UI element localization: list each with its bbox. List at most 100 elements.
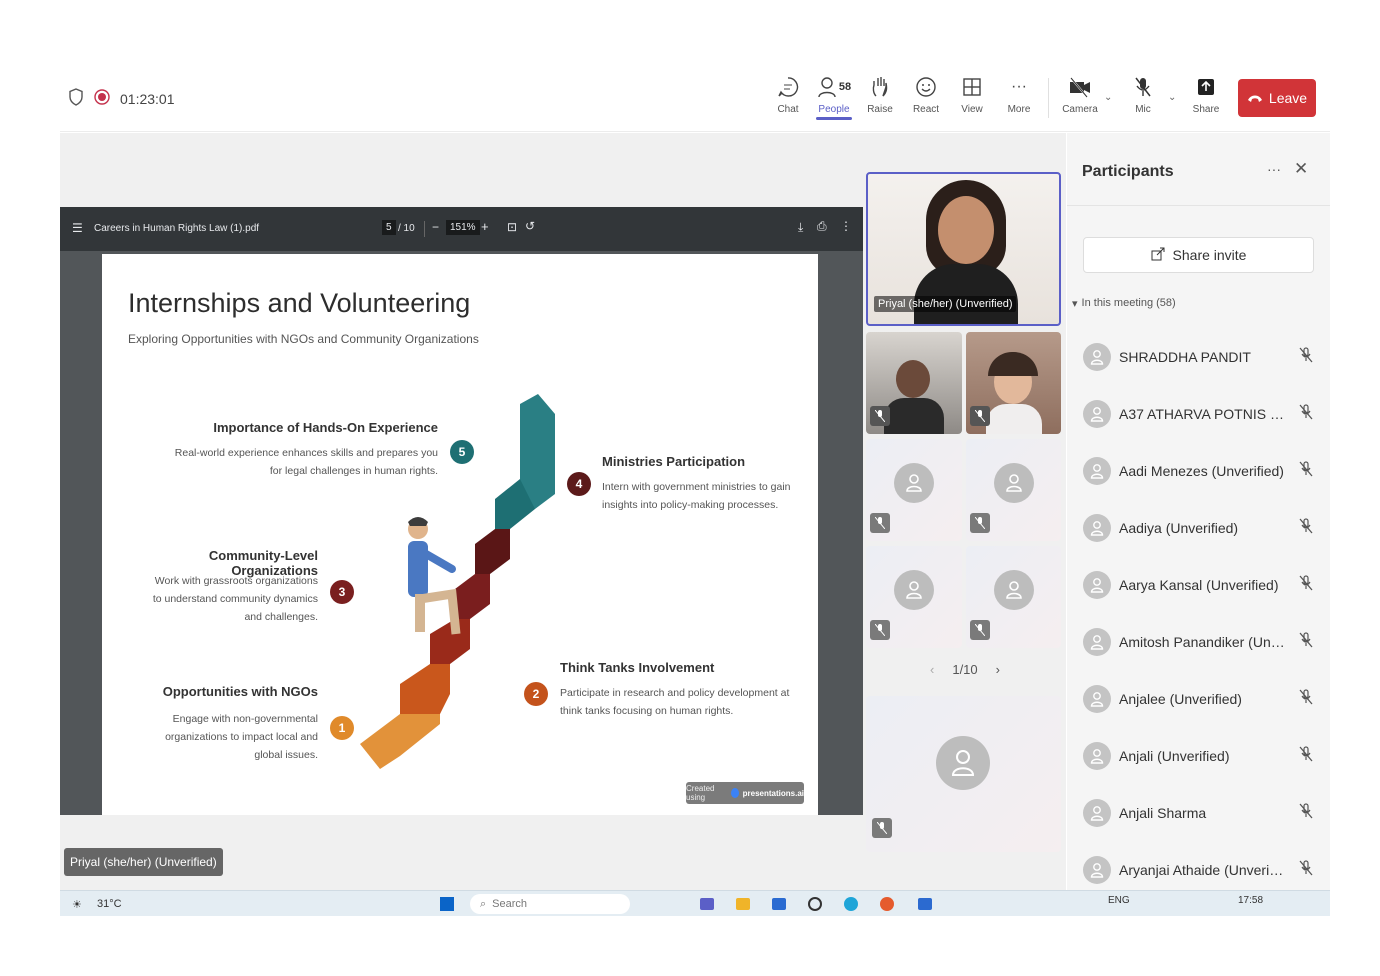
person-icon xyxy=(1083,343,1111,371)
participant-row[interactable]: Anjali Sharma xyxy=(1083,793,1313,833)
chrome-icon[interactable] xyxy=(880,897,894,911)
participant-row[interactable]: Aadi Menezes (Unverified) xyxy=(1083,451,1313,491)
presentations-logo-icon xyxy=(730,788,739,798)
speaker-video-tile[interactable]: Priyal (she/her) (Unverified) xyxy=(866,172,1061,326)
participant-avatar-tile[interactable] xyxy=(966,439,1061,541)
zoom-level-input[interactable]: 151% xyxy=(446,220,480,235)
participant-row[interactable]: Anjalee (Unverified) xyxy=(1083,679,1313,719)
print-icon[interactable]: ⎙ xyxy=(817,219,827,234)
search-icon: ⌕ xyxy=(480,897,487,910)
participant-avatar-tile[interactable] xyxy=(866,439,962,541)
participant-body xyxy=(884,398,944,434)
windows-taskbar: ☀ 31°C ⌕ Search ENG 17:58 xyxy=(60,890,1330,916)
page-number-input[interactable]: 5 xyxy=(382,220,396,235)
mic-off-icon xyxy=(870,620,890,640)
chat-button[interactable]: Chat xyxy=(766,74,810,115)
mic-off-icon xyxy=(970,620,990,640)
participant-row[interactable]: Aadiya (Unverified) xyxy=(1083,508,1313,548)
raise-hand-button[interactable]: Raise xyxy=(858,74,902,115)
caret-down-icon: ▾ xyxy=(1072,298,1078,310)
hamburger-menu-icon[interactable]: ☰ xyxy=(72,221,83,235)
participant-avatar-tile[interactable] xyxy=(866,546,962,648)
participant-name: A37 ATHARVA POTNIS (Unverified) xyxy=(1119,406,1287,422)
panel-more-icon[interactable]: ··· xyxy=(1267,161,1281,177)
mic-off-icon xyxy=(1299,802,1313,824)
item-1-text: Engage with non-governmental organizatio… xyxy=(165,713,318,761)
camera-button[interactable]: Camera xyxy=(1058,74,1102,115)
person-icon xyxy=(1083,400,1111,428)
next-page-chevron-icon[interactable]: › xyxy=(996,662,1000,677)
mic-off-icon xyxy=(1299,745,1313,767)
person-icon xyxy=(894,463,934,503)
participant-name: SHRADDHA PANDIT xyxy=(1119,349,1251,365)
person-icon xyxy=(1083,742,1111,770)
participant-video-tile[interactable] xyxy=(866,332,962,434)
grid-icon xyxy=(950,74,994,100)
close-icon[interactable]: ✕ xyxy=(1294,159,1308,179)
person-icon xyxy=(1083,457,1111,485)
participant-name: Aarya Kansal (Unverified) xyxy=(1119,577,1279,593)
file-explorer-icon[interactable] xyxy=(736,898,750,910)
item-2-heading: Think Tanks Involvement xyxy=(560,660,715,675)
person-icon xyxy=(1083,514,1111,542)
rotate-icon[interactable]: ↺ xyxy=(525,219,535,233)
participant-row[interactable]: Amitosh Panandiker (Unverified) xyxy=(1083,622,1313,662)
mic-off-icon xyxy=(1299,460,1313,482)
mic-options-chevron-icon[interactable]: ⌄ xyxy=(1168,92,1176,103)
mic-off-icon xyxy=(1299,631,1313,653)
in-meeting-section-header[interactable]: ▾ In this meeting (58) xyxy=(1072,297,1176,310)
share-icon xyxy=(1184,74,1228,100)
zoom-in-button[interactable]: + xyxy=(481,219,489,234)
slide-subtitle: Exploring Opportunities with NGOs and Co… xyxy=(128,332,479,346)
more-button[interactable]: ··· More xyxy=(997,74,1041,115)
windows-start-icon[interactable] xyxy=(440,897,454,911)
slide-title: Internships and Volunteering xyxy=(128,288,471,318)
item-4-heading: Ministries Participation xyxy=(602,454,746,469)
participant-row[interactable]: Aarya Kansal (Unverified) xyxy=(1083,565,1313,605)
share-button[interactable]: Share xyxy=(1184,74,1228,115)
zoom-out-button[interactable]: − xyxy=(432,220,439,234)
share-invite-button[interactable]: Share invite xyxy=(1083,237,1314,273)
people-button[interactable]: 58 People xyxy=(812,74,856,120)
mic-off-icon xyxy=(1121,74,1165,100)
prev-page-chevron-icon[interactable]: ‹ xyxy=(930,662,934,677)
participant-avatar-tile[interactable] xyxy=(966,546,1061,648)
pdf-more-icon[interactable]: ⋮ xyxy=(840,219,852,233)
teams-icon[interactable] xyxy=(700,898,714,910)
edge-icon[interactable] xyxy=(844,897,858,911)
participant-face xyxy=(896,360,930,398)
item-5-text: Real-world experience enhances skills an… xyxy=(174,447,438,477)
taskbar-clock[interactable]: 17:58 xyxy=(1238,895,1263,906)
taskbar-search[interactable]: ⌕ Search xyxy=(470,894,630,914)
person-icon xyxy=(994,463,1034,503)
smile-icon xyxy=(904,74,948,100)
participant-video-tile[interactable] xyxy=(966,332,1061,434)
view-button[interactable]: View xyxy=(950,74,994,115)
camera-options-chevron-icon[interactable]: ⌄ xyxy=(1104,92,1112,103)
participant-row[interactable]: A37 ATHARVA POTNIS (Unverified) xyxy=(1083,394,1313,434)
camera-off-icon xyxy=(1058,74,1102,100)
participant-name: Aadi Menezes (Unverified) xyxy=(1119,463,1284,479)
chat-icon xyxy=(766,74,810,100)
recording-icon xyxy=(94,89,110,108)
participant-row[interactable]: SHRADDHA PANDIT xyxy=(1083,337,1313,377)
page-total: / 10 xyxy=(398,223,415,234)
participants-panel: Participants ··· ✕ Share invite ▾ In thi… xyxy=(1067,133,1330,890)
item-5-badge: 5 xyxy=(450,440,474,464)
language-indicator[interactable]: ENG xyxy=(1108,895,1130,906)
participant-row[interactable]: Aryanjai Athaide (Unverified) xyxy=(1083,850,1313,890)
mic-off-icon xyxy=(1299,403,1313,425)
self-view-tile[interactable] xyxy=(866,696,1061,852)
mic-button[interactable]: Mic xyxy=(1121,74,1165,115)
store-icon[interactable] xyxy=(772,898,786,910)
word-icon[interactable] xyxy=(918,898,932,910)
fit-page-icon[interactable]: ⊡ xyxy=(507,220,517,234)
react-button[interactable]: React xyxy=(904,74,948,115)
leave-button[interactable]: Leave xyxy=(1238,79,1316,117)
weather-temp[interactable]: 31°C xyxy=(97,898,122,910)
app-icon[interactable] xyxy=(808,897,822,911)
mic-off-icon xyxy=(872,818,892,838)
mic-off-icon xyxy=(970,406,990,426)
participant-row[interactable]: Anjali (Unverified) xyxy=(1083,736,1313,776)
download-icon[interactable]: ⤓ xyxy=(798,220,803,235)
